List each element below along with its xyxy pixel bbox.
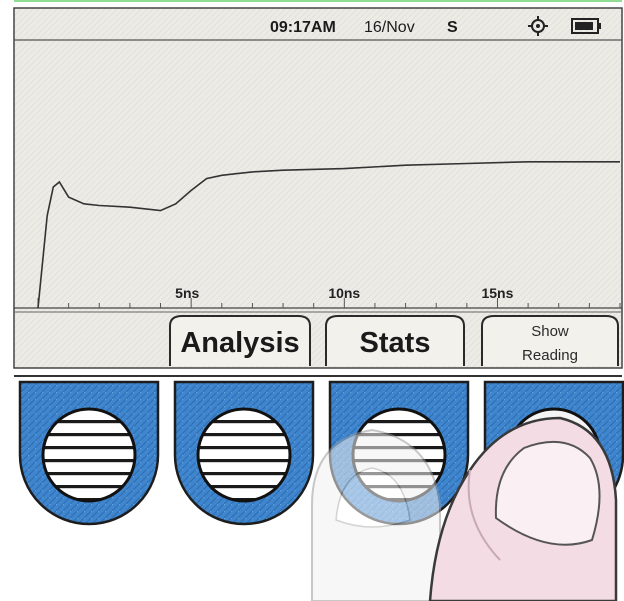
status-mode: S (447, 19, 458, 36)
x-tick-label: 5ns (175, 285, 199, 301)
x-tick-label: 10ns (328, 285, 360, 301)
softkey-show-reading[interactable]: Show Reading (481, 315, 619, 366)
softkey-stats[interactable]: Stats (325, 315, 465, 366)
softkey-show-reading-line2: Reading (522, 347, 578, 364)
softkey-stats-label: Stats (360, 327, 431, 359)
lcd-screen (13, 0, 623, 369)
ghost-finger-icon (311, 428, 441, 601)
x-tick-label: 15ns (481, 285, 513, 301)
status-date: 16/Nov (364, 19, 415, 36)
hardware-button-1-icon[interactable] (18, 380, 160, 526)
hardware-button-2-icon[interactable] (173, 380, 315, 526)
device-illustration: 09:17AM 16/Nov S 5ns 10ns 15ns Analysis … (13, 0, 624, 601)
softkey-analysis[interactable]: Analysis (169, 315, 311, 366)
status-time: 09:17AM (270, 19, 336, 36)
softkey-show-reading-line1: Show (531, 323, 569, 340)
softkey-analysis-label: Analysis (180, 327, 299, 359)
